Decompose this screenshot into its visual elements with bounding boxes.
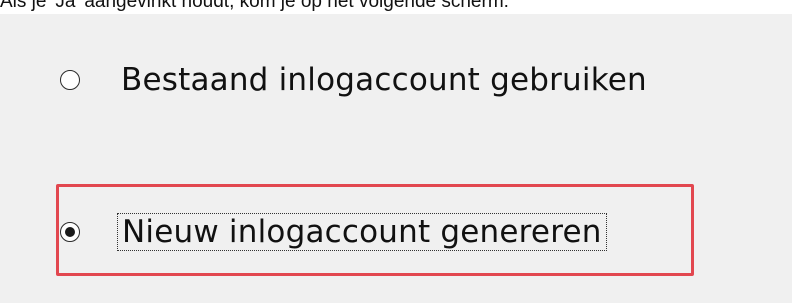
option-new-account-label[interactable]: Nieuw inlogaccount genereren bbox=[117, 213, 607, 251]
account-options-panel: Bestaand inlogaccount gebruiken Nieuw in… bbox=[0, 14, 792, 303]
radio-button-existing-account[interactable] bbox=[60, 70, 80, 90]
instruction-caption: Als je 'Ja' aangevinkt houdt, kom je op … bbox=[0, 0, 509, 12]
radio-selected-dot bbox=[65, 227, 75, 237]
page: Als je 'Ja' aangevinkt houdt, kom je op … bbox=[0, 0, 792, 303]
radio-button-new-account[interactable] bbox=[60, 222, 80, 242]
option-new-account[interactable]: Nieuw inlogaccount genereren bbox=[60, 213, 607, 251]
option-existing-account-label[interactable]: Bestaand inlogaccount gebruiken bbox=[121, 62, 647, 98]
option-existing-account[interactable]: Bestaand inlogaccount gebruiken bbox=[60, 62, 647, 98]
